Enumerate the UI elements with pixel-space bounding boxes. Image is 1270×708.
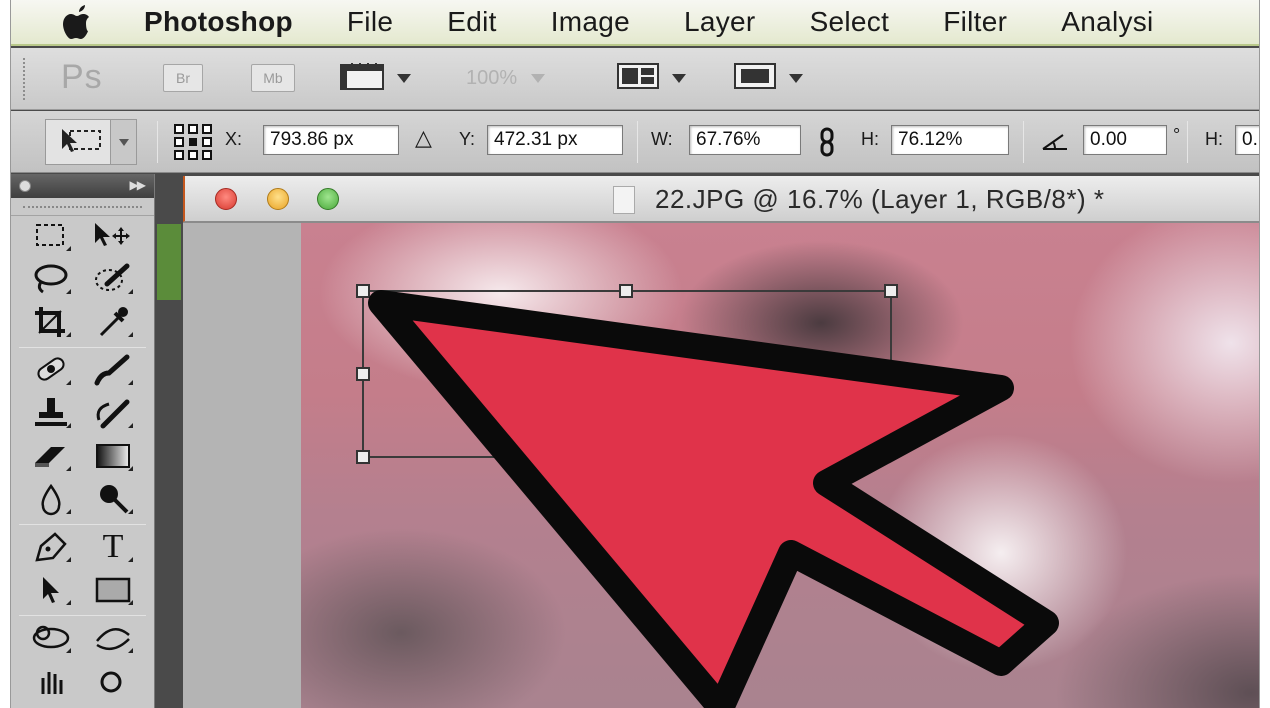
pasteboard xyxy=(183,223,301,708)
tool-preset-picker[interactable] xyxy=(45,119,137,165)
tools-panel-grip[interactable] xyxy=(11,198,154,216)
transform-handle[interactable] xyxy=(619,284,633,298)
h-skew-field[interactable]: 0. xyxy=(1235,125,1259,155)
hand-tool-icon[interactable] xyxy=(29,661,73,701)
reference-point-icon[interactable] xyxy=(173,123,213,166)
menu-layer[interactable]: Layer xyxy=(657,6,783,38)
bridge-button[interactable]: Br xyxy=(163,64,203,92)
type-tool-icon[interactable]: T xyxy=(91,527,135,567)
move-tool-icon[interactable] xyxy=(91,216,135,256)
rotate-angle-field[interactable]: 0.00 xyxy=(1083,125,1167,155)
move-transform-icon xyxy=(56,123,106,162)
menu-file[interactable]: File xyxy=(320,6,420,38)
path-selection-tool-icon[interactable] xyxy=(29,570,73,610)
divider xyxy=(637,121,638,163)
dodge-tool-icon[interactable] xyxy=(91,479,135,519)
menu-select[interactable]: Select xyxy=(783,6,917,38)
menu-analysis[interactable]: Analysi xyxy=(1034,6,1180,38)
transform-handle[interactable] xyxy=(356,367,370,381)
menu-edit[interactable]: Edit xyxy=(420,6,523,38)
zoom-tool-icon[interactable] xyxy=(91,661,135,701)
document-canvas[interactable] xyxy=(301,223,1259,708)
y-label: Y: xyxy=(459,129,476,149)
rectangular-marquee-tool-icon[interactable] xyxy=(29,216,73,256)
quick-selection-tool-icon[interactable] xyxy=(91,259,135,299)
photoshop-window: Photoshop File Edit Image Layer Select F… xyxy=(10,0,1260,708)
minimize-window-button[interactable] xyxy=(267,188,289,210)
chevron-down-icon xyxy=(672,73,686,83)
arrange-documents-icon xyxy=(616,61,660,96)
spot-healing-brush-icon[interactable] xyxy=(29,350,73,390)
x-label: X: xyxy=(225,129,243,149)
apple-menu-icon[interactable] xyxy=(49,0,109,45)
3d-orbit-tool-icon[interactable] xyxy=(91,618,135,658)
history-brush-tool-icon[interactable] xyxy=(91,393,135,433)
menu-bar: Photoshop File Edit Image Layer Select F… xyxy=(11,0,1259,46)
mini-bridge-button[interactable]: Mb xyxy=(251,64,295,92)
active-panel-indicator xyxy=(157,224,181,300)
arrange-documents-dropdown[interactable] xyxy=(616,62,686,94)
degree-symbol: ° xyxy=(1173,125,1181,145)
collapse-arrows-icon[interactable]: ▶▶ xyxy=(130,178,147,192)
brush-tool-icon[interactable] xyxy=(91,350,135,390)
transform-handle[interactable] xyxy=(884,284,898,298)
chevron-down-icon xyxy=(531,73,546,83)
eyedropper-tool-icon[interactable] xyxy=(91,302,135,342)
h-skew-label: H: xyxy=(1205,129,1223,149)
eraser-tool-icon[interactable] xyxy=(29,436,73,476)
panel-close-icon[interactable] xyxy=(19,180,31,192)
rectangle-shape-tool-icon[interactable] xyxy=(91,570,135,610)
options-bar: X: 793.86 px △ Y: 472.31 px W: 67.76% H:… xyxy=(11,111,1259,173)
3d-rotate-tool-icon[interactable] xyxy=(29,618,73,658)
application-bar: Ps Br Mb 100% xyxy=(11,48,1259,110)
zoom-window-button[interactable] xyxy=(317,188,339,210)
clone-stamp-tool-icon[interactable] xyxy=(29,393,73,433)
link-chain-icon[interactable] xyxy=(819,127,835,162)
document-window: 22.JPG @ 16.7% (Layer 1, RGB/8*) * xyxy=(183,176,1259,708)
divider xyxy=(157,121,158,163)
zoom-level-dropdown[interactable]: 100% xyxy=(466,62,546,94)
h-label: H: xyxy=(861,129,879,149)
transform-handle[interactable] xyxy=(356,284,370,298)
divider xyxy=(1187,121,1188,163)
height-field[interactable]: 76.12% xyxy=(891,125,1009,155)
y-position-field[interactable]: 472.31 px xyxy=(487,125,623,155)
delta-icon[interactable]: △ xyxy=(415,125,432,151)
chevron-down-icon xyxy=(397,73,411,83)
ps-logo: Ps xyxy=(61,58,103,96)
screen-mode-dropdown[interactable] xyxy=(733,62,803,94)
screen-mode-icon xyxy=(733,61,777,96)
crop-tool-icon[interactable] xyxy=(29,302,73,342)
x-position-field[interactable]: 793.86 px xyxy=(263,125,399,155)
document-title: 22.JPG @ 16.7% (Layer 1, RGB/8*) * xyxy=(655,184,1105,214)
lasso-tool-icon[interactable] xyxy=(29,259,73,299)
blur-tool-icon[interactable] xyxy=(29,479,73,519)
document-title-bar[interactable]: 22.JPG @ 16.7% (Layer 1, RGB/8*) * xyxy=(183,176,1259,222)
tool-preset-arrow-icon xyxy=(110,120,136,164)
close-window-button[interactable] xyxy=(215,188,237,210)
panel-dock-strip xyxy=(155,174,183,708)
type-tool-glyph: T xyxy=(102,528,124,565)
chevron-down-icon xyxy=(789,73,803,83)
transform-handle[interactable] xyxy=(356,450,370,464)
gradient-tool-icon[interactable] xyxy=(91,436,135,476)
red-arrow-graphic xyxy=(368,290,1059,708)
appbar-grip[interactable] xyxy=(23,58,29,100)
menu-app-name[interactable]: Photoshop xyxy=(109,6,320,38)
view-extras-dropdown[interactable] xyxy=(339,62,411,94)
tools-panel: ▶▶ T xyxy=(11,174,155,708)
width-field[interactable]: 67.76% xyxy=(689,125,801,155)
menu-image[interactable]: Image xyxy=(524,6,657,38)
menu-filter[interactable]: Filter xyxy=(916,6,1034,38)
pen-tool-icon[interactable] xyxy=(29,527,73,567)
w-label: W: xyxy=(651,129,673,149)
document-file-icon xyxy=(613,186,635,214)
zoom-level-value: 100% xyxy=(466,66,518,89)
tools-panel-header[interactable]: ▶▶ xyxy=(11,174,154,198)
canvas-area[interactable] xyxy=(183,223,1259,708)
rotate-angle-icon xyxy=(1041,131,1069,156)
divider xyxy=(1023,121,1024,163)
view-extras-icon xyxy=(339,61,385,96)
